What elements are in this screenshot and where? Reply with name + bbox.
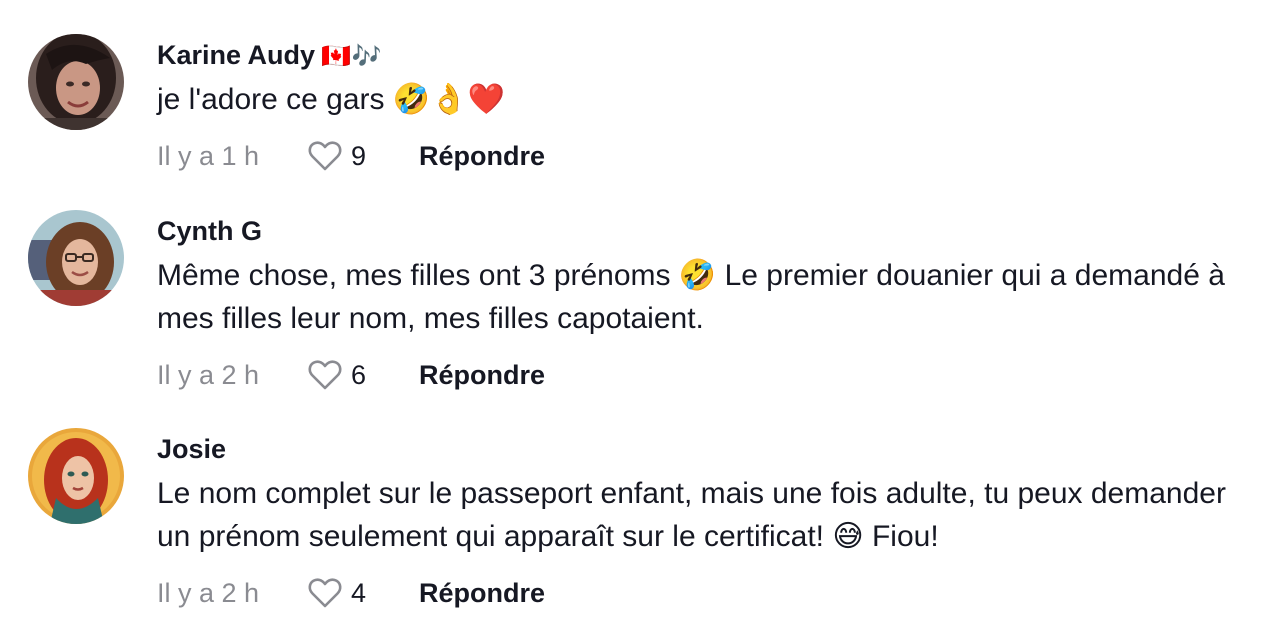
comment-text: Même chose, mes filles ont 3 prénoms 🤣 L… — [157, 259, 1225, 335]
comment-time: Il y a 2 h — [157, 577, 260, 608]
reply-button[interactable]: Répondre — [419, 578, 545, 609]
username-decoration: 🇨🇦🎶 — [321, 43, 383, 70]
avatar[interactable] — [28, 34, 124, 130]
like-count: 9 — [351, 140, 367, 171]
avatar[interactable] — [28, 428, 124, 524]
like-count: 4 — [351, 577, 367, 608]
comment-meta: Il y a 2 h 6 Répondre — [157, 355, 1257, 395]
comment-time: Il y a 2 h — [157, 359, 260, 390]
heart-outline-icon[interactable] — [307, 577, 343, 609]
comment-username[interactable]: Josie — [157, 432, 1257, 466]
heart-outline-icon[interactable] — [307, 140, 343, 172]
comment-meta: Il y a 2 h 4 Répondre — [157, 573, 1257, 613]
reply-button[interactable]: Répondre — [419, 360, 545, 391]
like-count: 6 — [351, 359, 367, 390]
like-button[interactable]: 9 — [307, 140, 419, 172]
comment-text: Le nom complet sur le passeport enfant, … — [157, 477, 1226, 553]
heart-outline-icon[interactable] — [307, 359, 343, 391]
avatar[interactable] — [28, 210, 124, 306]
comment-username[interactable]: Karine Audy 🇨🇦🎶 — [157, 38, 1257, 72]
comment-meta: Il y a 1 h 9 Répondre — [157, 136, 1257, 176]
comment-text: je l'adore ce gars 🤣👌❤️ — [157, 83, 505, 116]
like-button[interactable]: 4 — [307, 577, 419, 609]
comment-username[interactable]: Cynth G — [157, 214, 1257, 248]
reply-button[interactable]: Répondre — [419, 141, 545, 172]
like-button[interactable]: 6 — [307, 359, 419, 391]
comment-time: Il y a 1 h — [157, 140, 260, 171]
